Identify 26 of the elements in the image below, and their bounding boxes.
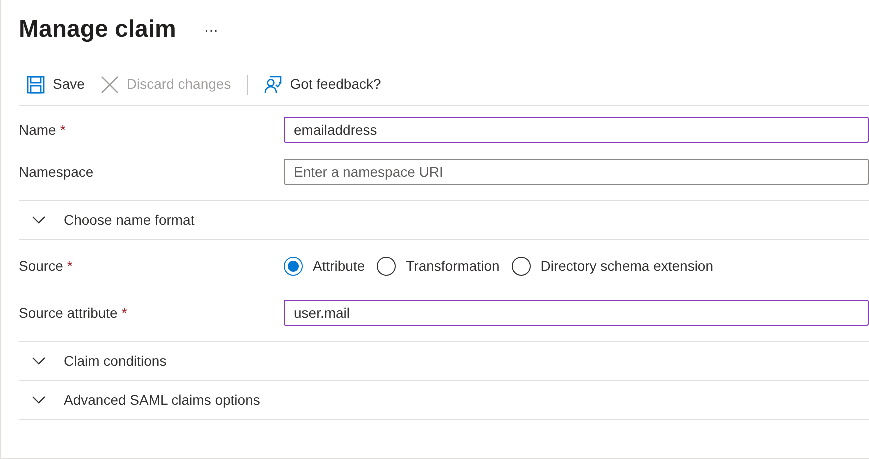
field-label: Source [19, 256, 64, 276]
radio-option[interactable]: Attribute [284, 256, 366, 276]
person-feedback-icon [264, 76, 282, 94]
radio-option[interactable]: Directory schema extension [512, 256, 714, 276]
collapsible-section[interactable]: Advanced SAML claims options [19, 390, 260, 410]
save-icon [27, 76, 45, 94]
radio-option[interactable]: Transformation [377, 256, 500, 276]
field-label: Namespace [19, 162, 94, 182]
chevron-down-icon [32, 216, 46, 224]
close-icon [100, 76, 119, 94]
field-label: Name [19, 120, 56, 140]
chevron-down-icon [32, 357, 46, 365]
required-mark: * [122, 304, 128, 322]
collapsible-section[interactable]: Claim conditions [19, 350, 167, 372]
field-label: Source attribute [19, 304, 118, 322]
required-mark: * [60, 120, 66, 140]
text-field[interactable]: emailaddress [284, 117, 869, 143]
collapsible-section[interactable]: Choose name format [19, 210, 195, 230]
page-title: Manage claim [19, 15, 176, 45]
text-field[interactable]: Enter a namespace URI [284, 159, 869, 185]
save-button[interactable]: Save [27, 74, 85, 95]
chevron-down-icon [32, 396, 46, 404]
more-button[interactable]: ··· [204, 20, 218, 40]
required-mark: * [67, 256, 73, 276]
text-field[interactable]: user.mail [284, 300, 869, 326]
feedback-button[interactable]: Got feedback? [264, 74, 382, 95]
